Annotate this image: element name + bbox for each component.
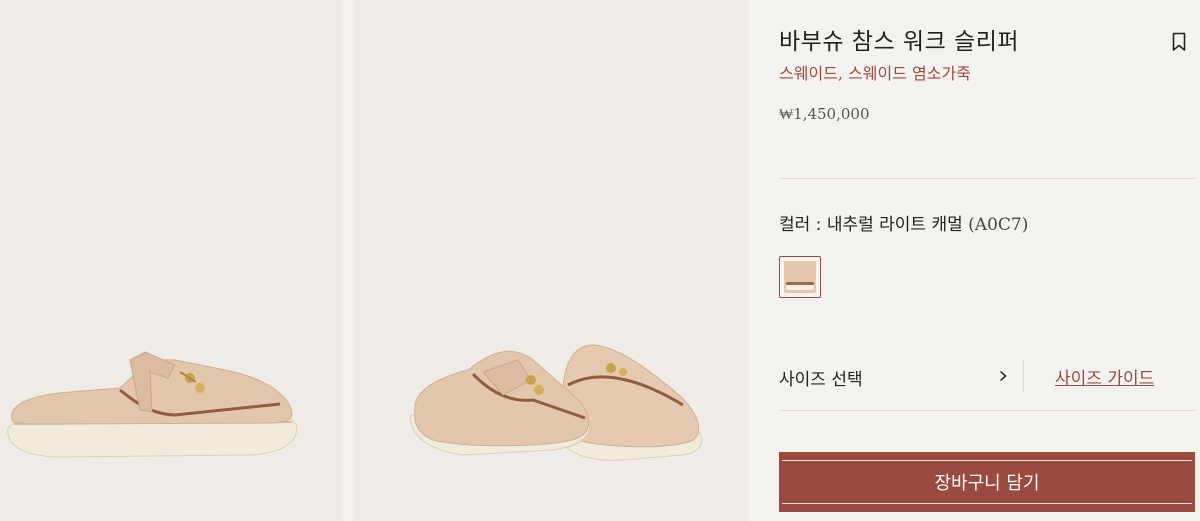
product-image-side[interactable] — [0, 0, 343, 521]
vertical-separator — [1023, 360, 1024, 392]
color-label-row: 컬러 : 내추럴 라이트 캐멀 (A0C7) — [779, 210, 1028, 235]
bookmark-icon[interactable] — [1172, 32, 1186, 52]
size-select-label: 사이즈 선택 — [779, 370, 863, 390]
size-select[interactable]: 사이즈 선택 — [779, 360, 1009, 390]
product-material: 스웨이드, 스웨이드 염소가죽 — [779, 64, 971, 83]
product-image-pair[interactable] — [353, 0, 749, 521]
swatch-thumbnail — [784, 261, 816, 293]
chevron-right-icon — [999, 370, 1007, 382]
size-guide-link[interactable]: 사이즈 가이드 — [1055, 364, 1154, 389]
color-label: 컬러 : 내추럴 라이트 캐멀 — [779, 215, 963, 235]
product-title: 바부슈 참스 워크 슬리퍼 — [779, 29, 1020, 55]
color-code: (A0C7) — [968, 215, 1029, 235]
divider — [779, 410, 1196, 411]
slipper-side-illustration — [7, 351, 298, 458]
color-swatch-selected[interactable] — [779, 256, 821, 298]
slipper-pair-illustration — [410, 344, 703, 461]
add-to-cart-button[interactable]: 장바구니 담기 — [779, 452, 1195, 512]
product-info-panel: 바부슈 참스 워크 슬리퍼 스웨이드, 스웨이드 염소가죽 ₩1,450,000… — [779, 0, 1196, 521]
product-gallery — [0, 0, 752, 521]
divider — [779, 178, 1196, 179]
product-price: ₩1,450,000 — [779, 105, 870, 123]
